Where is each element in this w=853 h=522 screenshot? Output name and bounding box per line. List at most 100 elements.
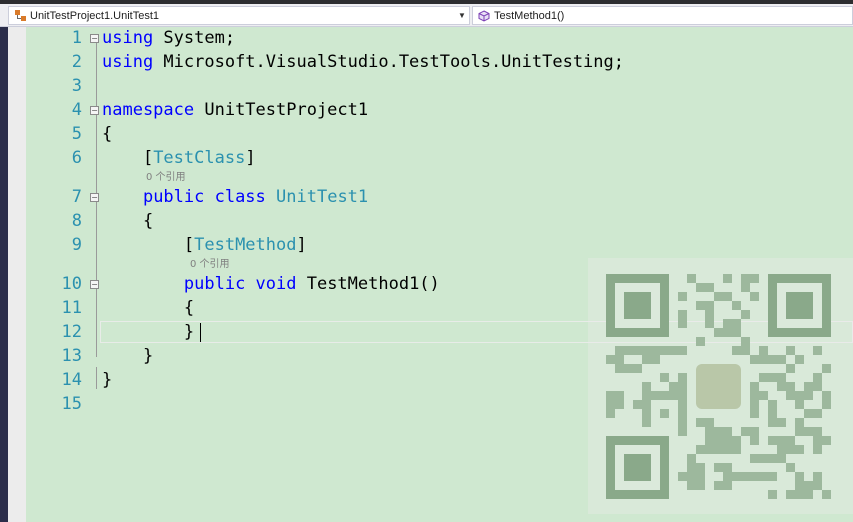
qr-module bbox=[705, 301, 714, 310]
qr-module bbox=[678, 409, 687, 418]
qr-module bbox=[768, 490, 777, 499]
project-dropdown-label: UnitTestProject1.UnitTest1 bbox=[30, 9, 159, 22]
code-token: UnitTestProject1 bbox=[194, 100, 369, 120]
member-dropdown[interactable]: TestMethod1() bbox=[472, 6, 853, 25]
qr-module bbox=[723, 319, 732, 328]
qr-module bbox=[777, 436, 786, 445]
code-token: [ bbox=[102, 235, 195, 255]
qr-module bbox=[795, 418, 804, 427]
qr-module bbox=[732, 301, 741, 310]
qr-module bbox=[705, 283, 714, 292]
qr-module bbox=[786, 382, 795, 391]
qr-module bbox=[750, 400, 759, 409]
qr-module bbox=[651, 391, 660, 400]
qr-module bbox=[696, 418, 705, 427]
qr-module bbox=[714, 292, 723, 301]
code-line[interactable]: 2 using Microsoft.VisualStudio.TestTools.… bbox=[26, 51, 853, 73]
qr-module bbox=[795, 481, 804, 490]
code-line[interactable]: 9 [TestMethod] bbox=[26, 234, 853, 256]
qr-module bbox=[678, 310, 687, 319]
qr-module bbox=[750, 427, 759, 436]
code-token: [ bbox=[102, 148, 154, 168]
codelens-references[interactable]: 0 个引用 bbox=[146, 171, 186, 184]
collapse-icon[interactable]: − bbox=[90, 280, 99, 289]
qr-module bbox=[606, 391, 615, 400]
keyword-token: using bbox=[102, 52, 154, 72]
code-text: { bbox=[102, 297, 194, 319]
qr-module bbox=[705, 445, 714, 454]
line-number: 6 bbox=[71, 148, 82, 168]
qr-module bbox=[804, 490, 813, 499]
line-number: 9 bbox=[71, 235, 82, 255]
qr-module bbox=[669, 346, 678, 355]
qr-module bbox=[714, 328, 723, 337]
keyword-token: public void bbox=[183, 274, 297, 294]
qr-module bbox=[678, 382, 687, 391]
qr-module bbox=[696, 301, 705, 310]
line-number: 8 bbox=[71, 211, 82, 231]
code-text: public void TestMethod1() bbox=[102, 273, 440, 295]
qr-module bbox=[678, 427, 687, 436]
code-line[interactable]: 5{ bbox=[26, 123, 853, 145]
qr-module bbox=[696, 472, 705, 481]
code-text: { bbox=[102, 210, 153, 232]
qr-module bbox=[768, 355, 777, 364]
chevron-down-icon[interactable]: ▼ bbox=[455, 11, 469, 20]
qr-module bbox=[804, 409, 813, 418]
codelens-references[interactable]: 0 个引用 bbox=[190, 258, 230, 271]
code-text: } bbox=[102, 321, 194, 343]
qr-module bbox=[615, 355, 624, 364]
qr-module bbox=[741, 427, 750, 436]
qr-module bbox=[678, 373, 687, 382]
qr-module bbox=[732, 445, 741, 454]
qr-module bbox=[768, 454, 777, 463]
code-line[interactable]: 8 { bbox=[26, 210, 853, 232]
qr-module bbox=[606, 355, 615, 364]
qr-module bbox=[759, 373, 768, 382]
indicator-margin[interactable] bbox=[8, 27, 26, 522]
text-caret bbox=[200, 323, 201, 342]
qr-module bbox=[777, 355, 786, 364]
qr-module bbox=[723, 472, 732, 481]
qr-module bbox=[624, 346, 633, 355]
qr-module bbox=[696, 283, 705, 292]
qr-module bbox=[705, 310, 714, 319]
qr-module bbox=[678, 472, 687, 481]
qr-module bbox=[795, 355, 804, 364]
qr-module bbox=[633, 346, 642, 355]
qr-module bbox=[759, 391, 768, 400]
qr-module bbox=[750, 409, 759, 418]
code-line[interactable]: 6 [TestClass] bbox=[26, 147, 853, 169]
qr-module bbox=[714, 427, 723, 436]
code-token: TestMethod1() bbox=[296, 274, 440, 294]
collapse-icon[interactable]: − bbox=[90, 193, 99, 202]
code-line[interactable]: 3 bbox=[26, 75, 853, 97]
project-dropdown[interactable]: UnitTestProject1.UnitTest1 ▼ bbox=[8, 6, 470, 25]
qr-module bbox=[723, 274, 732, 283]
collapse-icon[interactable]: − bbox=[90, 106, 99, 115]
qr-module bbox=[750, 391, 759, 400]
code-line[interactable]: 4− namespace UnitTestProject1 bbox=[26, 99, 853, 121]
qr-module bbox=[732, 328, 741, 337]
collapse-icon[interactable]: − bbox=[90, 34, 99, 43]
qr-module bbox=[768, 472, 777, 481]
qr-module bbox=[714, 463, 723, 472]
qr-module bbox=[678, 346, 687, 355]
code-line[interactable]: 1− using System; bbox=[26, 27, 853, 49]
qr-module bbox=[741, 337, 750, 346]
code-line[interactable]: 7− public class UnitTest1 bbox=[26, 186, 853, 208]
qr-module bbox=[687, 472, 696, 481]
qr-module bbox=[759, 454, 768, 463]
qr-module bbox=[642, 346, 651, 355]
qr-module bbox=[786, 436, 795, 445]
keyword-token: using bbox=[102, 28, 154, 48]
qr-module bbox=[813, 427, 822, 436]
qr-module bbox=[777, 454, 786, 463]
keyword-token: public class bbox=[142, 187, 266, 207]
qr-module bbox=[696, 337, 705, 346]
code-text: [TestClass] bbox=[102, 147, 256, 169]
code-token: { bbox=[102, 211, 154, 231]
qr-module bbox=[795, 400, 804, 409]
